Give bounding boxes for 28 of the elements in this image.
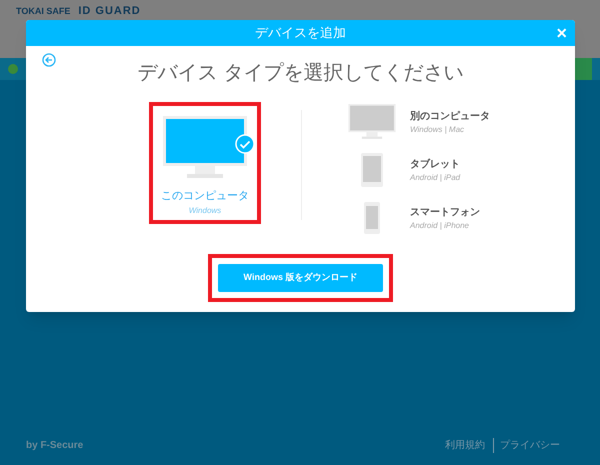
device-platforms: Android | iPhone — [410, 220, 470, 232]
check-icon — [8, 64, 18, 74]
brand-logo: ID GUARD — [78, 4, 141, 18]
device-platforms: Windows — [188, 204, 222, 216]
device-platforms: Windows | Mac — [410, 124, 466, 136]
close-button[interactable]: × — [556, 22, 567, 44]
download-button[interactable]: Windows 版をダウンロード — [218, 264, 383, 292]
device-option[interactable]: スマートフォン Android | iPhone — [346, 198, 490, 238]
device-option[interactable]: このコンピュータ Windows — [149, 102, 261, 224]
tablet-icon — [361, 153, 383, 187]
monitor-icon — [163, 116, 247, 180]
dialog-heading: デバイス タイプを選択してください — [138, 61, 464, 86]
back-icon[interactable] — [42, 53, 56, 67]
device-name: スマートフォン — [410, 206, 480, 220]
device-name: 別のコンピュータ — [410, 110, 490, 124]
phone-icon — [364, 202, 380, 234]
dialog-title: デバイスを追加 — [255, 24, 346, 42]
footer-link[interactable]: プライバシー — [493, 438, 560, 453]
vendor-logo: by F-Secure — [26, 439, 84, 453]
device-name: このコンピュータ — [161, 189, 249, 204]
monitor-icon — [348, 104, 396, 140]
device-option[interactable]: 別のコンピュータ Windows | Mac — [346, 102, 490, 142]
checkmark-icon — [235, 134, 255, 154]
device-option[interactable]: タブレット Android | iPad — [346, 150, 490, 190]
footer-link[interactable]: 利用規約 — [445, 438, 485, 453]
device-platforms: Android | iPad — [410, 172, 460, 184]
brand-logo: TOKAI SAFE — [16, 5, 70, 17]
device-name: タブレット — [410, 158, 460, 172]
